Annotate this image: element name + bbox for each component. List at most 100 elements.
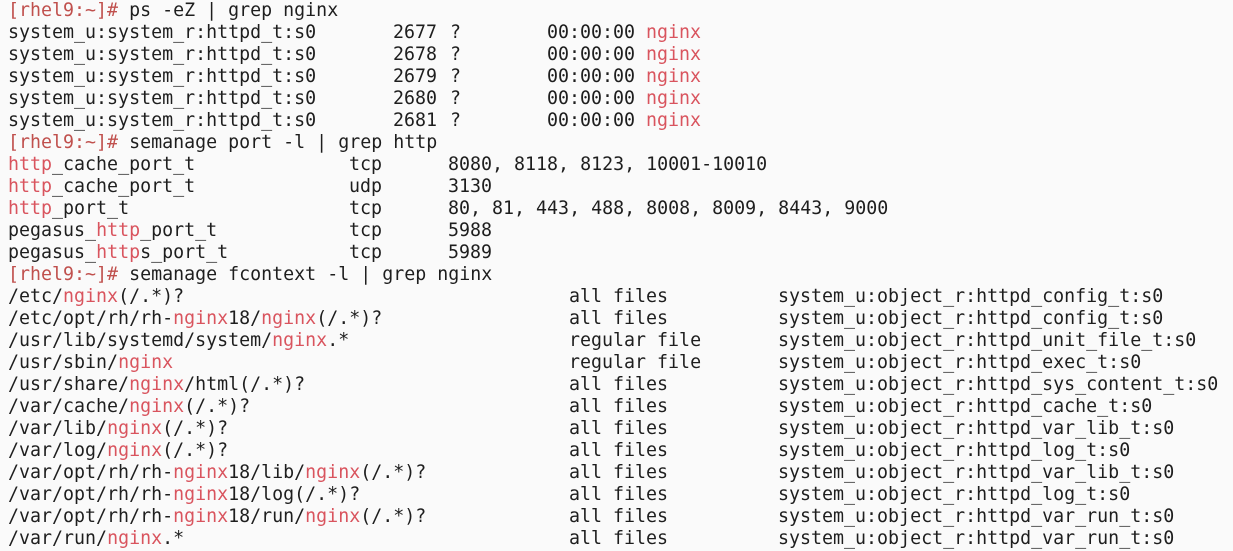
file-type: regular file bbox=[569, 330, 702, 351]
grep-match: http bbox=[8, 176, 53, 197]
protocol: tcp bbox=[349, 220, 383, 241]
file-path: /usr/share/nginx/html(/.*)? bbox=[8, 374, 306, 395]
port-type: http_cache_port_t bbox=[8, 154, 196, 175]
port-numbers: 3130 bbox=[448, 176, 493, 197]
port-numbers: 5988 bbox=[448, 220, 493, 241]
cpu-time: 00:00:00 bbox=[547, 66, 636, 87]
process-name: nginx bbox=[646, 44, 702, 65]
process-name: nginx bbox=[646, 110, 702, 131]
file-context: system_u:object_r:httpd_unit_file_t:s0 bbox=[778, 330, 1197, 351]
command-line: [rhel9:~]# semanage fcontext -l | grep n… bbox=[8, 264, 492, 286]
pid: 2679 bbox=[393, 66, 438, 87]
file-path: /var/opt/rh/rh-nginx18/run/nginx(/.*)? bbox=[8, 506, 427, 527]
process-name: nginx bbox=[646, 22, 702, 43]
tty: ? bbox=[450, 66, 462, 87]
file-type: regular file bbox=[569, 352, 702, 373]
tty: ? bbox=[450, 110, 462, 131]
protocol: tcp bbox=[349, 198, 383, 219]
grep-match: nginx bbox=[261, 308, 317, 329]
grep-match: http bbox=[8, 154, 53, 175]
grep-match: nginx bbox=[118, 352, 174, 373]
security-context: system_u:system_r:httpd_t:s0 bbox=[8, 110, 317, 131]
file-context: system_u:object_r:httpd_exec_t:s0 bbox=[778, 352, 1142, 373]
grep-match: nginx bbox=[107, 418, 163, 439]
port-type: pegasus_http_port_t bbox=[8, 220, 218, 241]
security-context: system_u:system_r:httpd_t:s0 bbox=[8, 88, 317, 109]
file-context: system_u:object_r:httpd_var_run_t:s0 bbox=[778, 506, 1175, 527]
grep-match: nginx bbox=[173, 462, 229, 483]
tty: ? bbox=[450, 44, 462, 65]
file-type: all files bbox=[569, 418, 669, 439]
port-numbers: 80, 81, 443, 488, 8008, 8009, 8443, 9000 bbox=[448, 198, 889, 219]
grep-match: http bbox=[96, 242, 141, 263]
grep-match: nginx bbox=[173, 506, 229, 527]
grep-match: http bbox=[96, 220, 141, 241]
tty: ? bbox=[450, 22, 462, 43]
protocol: tcp bbox=[349, 154, 383, 175]
pid: 2681 bbox=[393, 110, 438, 131]
grep-match: nginx bbox=[129, 396, 185, 417]
file-path: /var/cache/nginx(/.*)? bbox=[8, 396, 251, 417]
port-numbers: 8080, 8118, 8123, 10001-10010 bbox=[448, 154, 768, 175]
shell-prompt: [rhel9:~]# bbox=[8, 0, 119, 21]
protocol: tcp bbox=[349, 242, 383, 263]
file-context: system_u:object_r:httpd_var_lib_t:s0 bbox=[778, 462, 1175, 483]
shell-prompt: [rhel9:~]# bbox=[8, 264, 119, 285]
pid: 2677 bbox=[393, 22, 438, 43]
file-context: system_u:object_r:httpd_config_t:s0 bbox=[778, 286, 1164, 307]
grep-match: nginx bbox=[107, 440, 163, 461]
cpu-time: 00:00:00 bbox=[547, 44, 636, 65]
tty: ? bbox=[450, 88, 462, 109]
file-context: system_u:object_r:httpd_sys_content_t:s0 bbox=[778, 374, 1219, 395]
file-context: system_u:object_r:httpd_config_t:s0 bbox=[778, 308, 1164, 329]
grep-match: nginx bbox=[107, 528, 163, 549]
file-type: all files bbox=[569, 506, 669, 527]
file-path: /etc/opt/rh/rh-nginx18/nginx(/.*)? bbox=[8, 308, 383, 329]
cpu-time: 00:00:00 bbox=[547, 22, 636, 43]
file-type: all files bbox=[569, 308, 669, 329]
protocol: udp bbox=[349, 176, 383, 197]
grep-match: nginx bbox=[173, 308, 229, 329]
file-type: all files bbox=[569, 484, 669, 505]
file-type: all files bbox=[569, 396, 669, 417]
pid: 2680 bbox=[393, 88, 438, 109]
grep-match: nginx bbox=[305, 506, 361, 527]
terminal-window[interactable]: [rhel9:~]# ps -eZ | grep nginx system_u:s… bbox=[0, 0, 1233, 551]
pid: 2678 bbox=[393, 44, 438, 65]
file-path: /var/opt/rh/rh-nginx18/lib/nginx(/.*)? bbox=[8, 462, 427, 483]
file-type: all files bbox=[569, 286, 669, 307]
command-text: semanage fcontext -l | grep nginx bbox=[129, 264, 493, 285]
file-type: all files bbox=[569, 462, 669, 483]
security-context: system_u:system_r:httpd_t:s0 bbox=[8, 44, 317, 65]
cpu-time: 00:00:00 bbox=[547, 88, 636, 109]
command-line: [rhel9:~]# semanage port -l | grep http bbox=[8, 132, 437, 154]
file-type: all files bbox=[569, 374, 669, 395]
grep-match: http bbox=[8, 198, 53, 219]
command-line: [rhel9:~]# ps -eZ | grep nginx bbox=[8, 0, 338, 22]
file-path: /var/log/nginx(/.*)? bbox=[8, 440, 229, 461]
port-type: http_cache_port_t bbox=[8, 176, 196, 197]
grep-match: nginx bbox=[173, 484, 229, 505]
grep-match: nginx bbox=[129, 374, 185, 395]
security-context: system_u:system_r:httpd_t:s0 bbox=[8, 22, 317, 43]
grep-match: nginx bbox=[305, 462, 361, 483]
file-path: /usr/sbin/nginx bbox=[8, 352, 174, 373]
file-path: /var/run/nginx.* bbox=[8, 528, 185, 549]
process-name: nginx bbox=[646, 88, 702, 109]
file-context: system_u:object_r:httpd_log_t:s0 bbox=[778, 440, 1131, 461]
file-context: system_u:object_r:httpd_log_t:s0 bbox=[778, 484, 1131, 505]
file-path: /etc/nginx(/.*)? bbox=[8, 286, 185, 307]
grep-match: nginx bbox=[272, 330, 328, 351]
file-context: system_u:object_r:httpd_cache_t:s0 bbox=[778, 396, 1153, 417]
cpu-time: 00:00:00 bbox=[547, 110, 636, 131]
port-numbers: 5989 bbox=[448, 242, 493, 263]
process-name: nginx bbox=[646, 66, 702, 87]
file-context: system_u:object_r:httpd_var_run_t:s0 bbox=[778, 528, 1175, 549]
file-path: /var/lib/nginx(/.*)? bbox=[8, 418, 229, 439]
file-path: /var/opt/rh/rh-nginx18/log(/.*)? bbox=[8, 484, 361, 505]
file-type: all files bbox=[569, 440, 669, 461]
grep-match: nginx bbox=[63, 286, 119, 307]
command-text: semanage port -l | grep http bbox=[129, 132, 438, 153]
security-context: system_u:system_r:httpd_t:s0 bbox=[8, 66, 317, 87]
file-path: /usr/lib/systemd/system/nginx.* bbox=[8, 330, 350, 351]
